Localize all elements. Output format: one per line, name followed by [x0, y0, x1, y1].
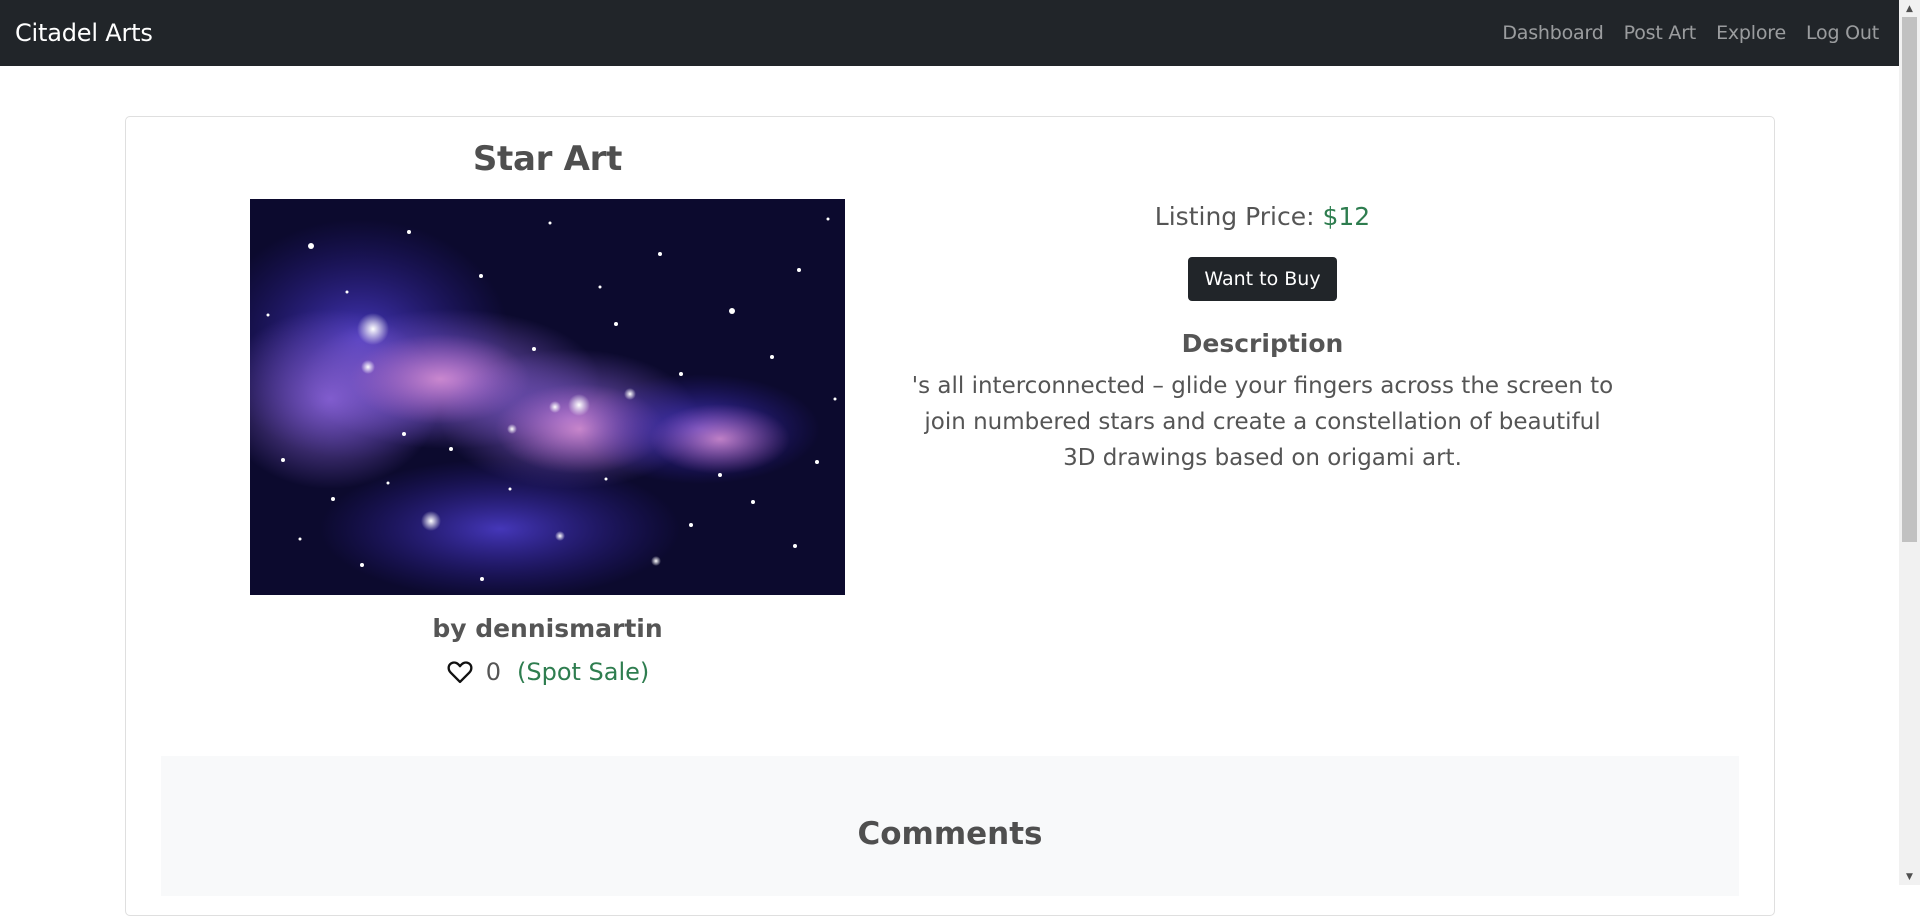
description-heading: Description: [1181, 329, 1344, 358]
price-value: $12: [1322, 202, 1371, 231]
sale-type-label: (Spot Sale): [516, 658, 650, 686]
like-count: 0: [485, 658, 501, 686]
comments-heading: Comments: [857, 816, 1043, 852]
nav-explore[interactable]: Explore: [1716, 22, 1786, 44]
vertical-scrollbar[interactable]: ▲ ▼: [1899, 0, 1920, 885]
heart-outline-icon[interactable]: [446, 658, 474, 686]
comments-section: Comments: [161, 756, 1739, 896]
scroll-up-arrow-icon[interactable]: ▲: [1899, 0, 1920, 17]
listing-price: Listing Price: $12: [900, 202, 1625, 231]
nav-log-out[interactable]: Log Out: [1806, 22, 1879, 44]
artwork-image: [250, 199, 845, 595]
nav-dashboard[interactable]: Dashboard: [1502, 22, 1603, 44]
price-label: Listing Price:: [1154, 202, 1315, 231]
artwork-title: Star Art: [472, 139, 623, 179]
artwork-author: by dennismartin: [432, 614, 663, 643]
scrollbar-thumb[interactable]: [1902, 17, 1917, 542]
nav-post-art[interactable]: Post Art: [1624, 22, 1697, 44]
listing-details: Listing Price: $12 Want to Buy Descripti…: [900, 202, 1625, 476]
artwork-meta: 0 (Spot Sale): [250, 658, 845, 686]
top-navbar: Citadel Arts Dashboard Post Art Explore …: [0, 0, 1899, 66]
want-to-buy-button[interactable]: Want to Buy: [1188, 257, 1337, 301]
description-text: 's all interconnected – glide your finge…: [911, 373, 1614, 471]
nav-links: Dashboard Post Art Explore Log Out: [1502, 22, 1879, 44]
scroll-down-arrow-icon[interactable]: ▼: [1899, 868, 1920, 885]
brand-link[interactable]: Citadel Arts: [15, 19, 153, 47]
